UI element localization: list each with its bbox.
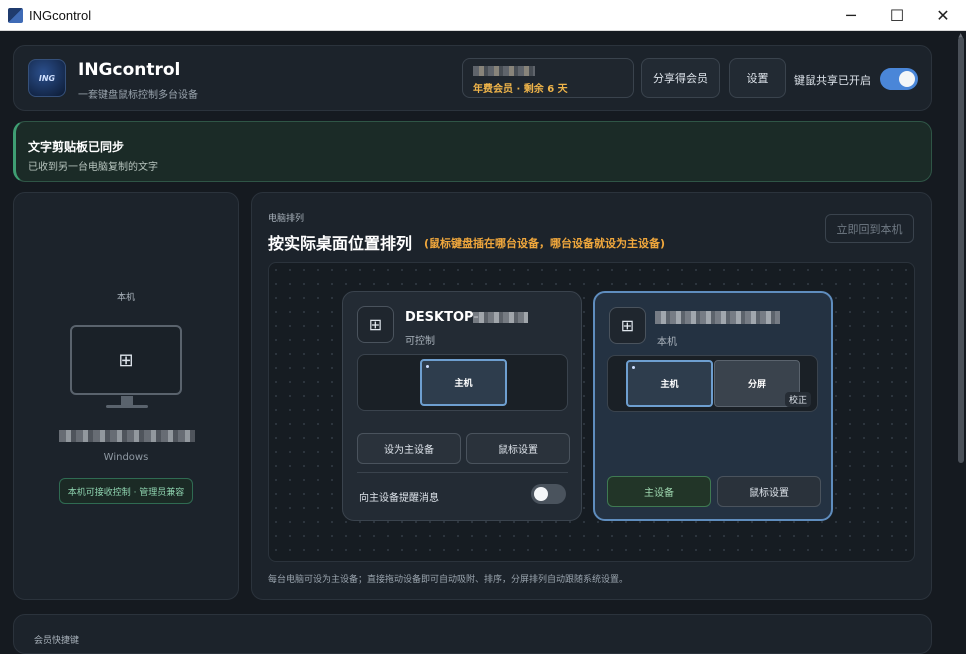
redacted-device-name: [473, 312, 528, 323]
share-membership-button[interactable]: 分享得会员: [641, 58, 720, 98]
window-controls: ─ ☐ ✕: [828, 0, 966, 31]
local-status-pill: 本机可接收控制 · 管理员兼容: [59, 478, 193, 504]
screen-main[interactable]: 主机: [420, 359, 507, 406]
window-grid-icon: ⊞: [118, 349, 134, 371]
device-status: 本机: [657, 337, 677, 348]
set-main-device-button[interactable]: 设为主设备: [357, 433, 461, 464]
membership-status: 年费会员 · 剩余 6 天: [473, 84, 568, 95]
banner-title: 文字剪贴板已同步: [28, 140, 125, 154]
app-icon: [8, 7, 23, 23]
window-grid-icon: ⊞: [357, 306, 394, 343]
monitor-icon: ⊞: [70, 325, 182, 395]
section-hint: (鼠标键盘插在哪台设备，哪台设备就设为主设备): [424, 237, 666, 250]
device-card-local[interactable]: ⊞ 本机 主机 分屏 校正 主设备 鼠标设置: [593, 291, 833, 521]
member-shortcuts-title: 会员快捷键: [34, 636, 80, 646]
arrangement-footnote: 每台电脑可设为主设备；直接拖动设备即可自动吸附、排序，分屏排列自动跟随系统设置。: [268, 575, 629, 585]
local-label: 本机: [116, 293, 135, 303]
section-title: 按实际桌面位置排列: [268, 234, 413, 253]
section-eyebrow: 电脑排列: [268, 214, 305, 224]
device-status: 可控制: [405, 336, 435, 347]
window-title: INGcontrol: [29, 7, 92, 23]
mouse-settings-button[interactable]: 鼠标设置: [717, 476, 821, 507]
screen-strip: 主机 分屏 校正: [607, 355, 818, 412]
remind-toggle[interactable]: [531, 484, 566, 504]
local-machine-card: 本机 ⊞ Windows 本机可接收控制 · 管理员兼容: [13, 192, 239, 600]
divider: [357, 472, 568, 473]
arrangement-card: 电脑排列 按实际桌面位置排列 (鼠标键盘插在哪台设备，哪台设备就设为主设备) 立…: [251, 192, 932, 600]
kvm-share-label: 键鼠共享已开启: [794, 74, 871, 87]
back-to-local-button[interactable]: 立即回到本机: [825, 214, 914, 243]
device-name: DESKTOP-: [405, 310, 479, 325]
vertical-scrollbar[interactable]: [958, 37, 964, 463]
window-title-bar: INGcontrol ─ ☐ ✕: [0, 0, 966, 31]
redacted-account-name: [473, 66, 535, 76]
monitor-base: [106, 405, 148, 408]
minimize-button[interactable]: ─: [828, 0, 874, 31]
remind-label: 向主设备提醒消息: [359, 493, 439, 504]
app-name: INGcontrol: [78, 60, 181, 80]
app-header: ING INGcontrol 一套键盘鼠标控制多台设备 年费会员 · 剩余 6 …: [13, 45, 932, 111]
kvm-share-toggle[interactable]: [880, 68, 918, 90]
local-os: Windows: [103, 452, 149, 463]
screen-strip: 主机: [357, 354, 568, 411]
maximize-button[interactable]: ☐: [874, 0, 920, 31]
app-client-area: ING INGcontrol 一套键盘鼠标控制多台设备 年费会员 · 剩余 6 …: [0, 31, 966, 654]
arrangement-canvas[interactable]: ⊞ DESKTOP- 可控制 主机 设为主设备 鼠标设置 向主设备提醒消息 ⊞ …: [268, 262, 915, 562]
membership-badge[interactable]: 年费会员 · 剩余 6 天: [462, 58, 634, 98]
mouse-settings-button[interactable]: 鼠标设置: [466, 433, 570, 464]
redacted-device-name: [655, 311, 780, 324]
app-logo: ING: [28, 59, 66, 97]
calibrate-button[interactable]: 校正: [784, 392, 811, 407]
app-subtitle: 一套键盘鼠标控制多台设备: [78, 90, 198, 101]
close-button[interactable]: ✕: [920, 0, 966, 31]
redacted-local-name: [59, 430, 195, 442]
settings-button[interactable]: 设置: [729, 58, 786, 98]
screen-main[interactable]: 主机: [626, 360, 713, 407]
member-shortcuts-card: 会员快捷键: [13, 614, 932, 654]
banner-message: 已收到另一台电脑复制的文字: [28, 162, 158, 173]
window-grid-icon: ⊞: [609, 307, 646, 344]
main-device-button[interactable]: 主设备: [607, 476, 711, 507]
device-card-desktop[interactable]: ⊞ DESKTOP- 可控制 主机 设为主设备 鼠标设置 向主设备提醒消息: [342, 291, 582, 521]
clipboard-sync-banner: 文字剪贴板已同步 已收到另一台电脑复制的文字: [13, 121, 932, 182]
